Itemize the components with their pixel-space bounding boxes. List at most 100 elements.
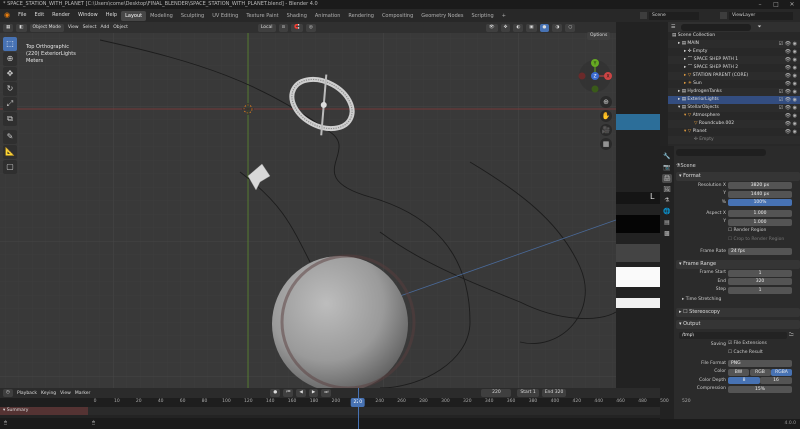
current-frame-field[interactable]: 220 bbox=[481, 389, 512, 397]
visibility-icon[interactable]: 👁 ◉ bbox=[785, 120, 797, 128]
output-tab-icon[interactable]: 🖨 bbox=[662, 174, 672, 183]
visibility-icon[interactable]: 👁 ◉ bbox=[785, 80, 797, 88]
scene-selector[interactable]: Scene bbox=[640, 11, 699, 20]
menu-marker[interactable]: Marker bbox=[75, 391, 91, 396]
tab-rendering[interactable]: Rendering bbox=[344, 11, 378, 21]
outliner-row-sun[interactable]: ▸ ☀ Sun 👁 ◉ bbox=[668, 80, 800, 88]
frame-range-panel-header[interactable]: ▾ Frame Range bbox=[676, 259, 800, 269]
annotate-tool-icon[interactable]: ✎ bbox=[3, 130, 17, 144]
collection-tab-icon[interactable]: ▤ bbox=[662, 218, 672, 227]
rotate-tool-icon[interactable]: ↻ bbox=[3, 82, 17, 96]
gizmo-icon[interactable]: ✥ bbox=[500, 23, 511, 32]
tab-compositing[interactable]: Compositing bbox=[378, 11, 417, 21]
menu-file[interactable]: File bbox=[14, 9, 30, 22]
crop-region-row[interactable]: ☐ Crop to Render Region bbox=[676, 237, 800, 245]
outliner-row-empty[interactable]: ▸ ✣ Empty 👁 ◉ bbox=[668, 48, 800, 56]
outliner-row-space-shep-path-1[interactable]: ▸ ⌒ SPACE SHEP PATH 1 👁 ◉ bbox=[668, 56, 800, 64]
outliner-row-station-parent[interactable]: ▸ ▽ STATION PARENT (CORE) 👁 ◉ bbox=[668, 72, 800, 80]
stereoscopy-panel-header[interactable]: ▸ ☐ Stereoscopy bbox=[676, 308, 800, 317]
menu-select[interactable]: Select bbox=[83, 25, 97, 30]
minimize-icon[interactable]: – bbox=[752, 0, 768, 9]
visibility-icon[interactable]: 👁 ◉ bbox=[785, 64, 797, 72]
compression-slider[interactable]: 15% bbox=[728, 385, 792, 393]
editor-type-icon[interactable]: ▦ bbox=[3, 23, 14, 32]
cache-result-checkbox[interactable]: ☐ Cache Result bbox=[728, 350, 763, 355]
overlay-icon[interactable]: ◐ bbox=[513, 23, 524, 32]
jump-start-icon[interactable]: ⏮ bbox=[283, 389, 294, 397]
visibility-icon[interactable]: 👁 ◉ bbox=[785, 112, 797, 120]
visibility-icon[interactable]: 👁 ◉ bbox=[785, 48, 797, 56]
outliner-row-planet[interactable]: ▾ ▽ Planet 👁 ◉ bbox=[668, 128, 800, 136]
tab-uv-editing[interactable]: UV Editing bbox=[208, 11, 242, 21]
tab-sculpting[interactable]: Sculpting bbox=[177, 11, 208, 21]
outliner-row-planet-empty[interactable]: ✣ Empty bbox=[668, 136, 800, 144]
visibility-icon[interactable]: 👁 ◉ bbox=[785, 56, 797, 64]
frame-end-field[interactable]: 320 bbox=[728, 278, 792, 285]
format-panel-header[interactable]: ▾ Format bbox=[676, 172, 800, 181]
render-tab-icon[interactable]: 📷 bbox=[662, 163, 672, 172]
timeline-keyframe-area[interactable] bbox=[88, 407, 660, 415]
navigation-gizmo[interactable]: X Y Z bbox=[578, 58, 612, 94]
render-region-checkbox[interactable]: ☐ Render Region bbox=[728, 228, 766, 233]
ortho-grid-icon[interactable]: ▦ bbox=[600, 138, 612, 150]
texture-tab-icon[interactable]: ▩ bbox=[662, 229, 672, 238]
menu-edit[interactable]: Edit bbox=[30, 9, 48, 22]
world-tab-icon[interactable]: 🌐 bbox=[662, 207, 672, 216]
frame-rate-dropdown[interactable]: 24 fps bbox=[728, 248, 792, 255]
visibility-icon[interactable]: ☑ 👁 ◉ bbox=[779, 40, 797, 48]
outliner-row-exterior-lights[interactable]: ▸ ▤ ExteriorLights ☑ 👁 ◉ bbox=[668, 96, 800, 104]
timeline-editor-type-icon[interactable]: ◷ bbox=[3, 389, 13, 397]
transform-tool-icon[interactable]: ⧉ bbox=[3, 112, 17, 126]
view-layer-tab-icon[interactable]: 🖼 bbox=[662, 185, 672, 194]
shading-material-icon[interactable]: ◑ bbox=[552, 23, 563, 32]
menu-keying[interactable]: Keying bbox=[41, 391, 56, 396]
resolution-x-field[interactable]: 3820 px bbox=[728, 182, 792, 189]
timeline-ruler[interactable]: 0102040608010012014016018020022024026028… bbox=[0, 398, 691, 407]
view-layer-field[interactable]: ViewLayer bbox=[729, 11, 793, 20]
add-workspace-button[interactable]: + bbox=[498, 11, 510, 21]
tab-animation[interactable]: Animation bbox=[311, 11, 345, 21]
outliner-row-stellar-objects[interactable]: ▾ ▤ StellarObjects ☑ 👁 ◉ bbox=[668, 104, 800, 112]
resolution-percent-field[interactable]: 100% bbox=[728, 199, 792, 206]
object-mode-dropdown[interactable]: Object Mode bbox=[29, 23, 64, 32]
menu-window[interactable]: Window bbox=[74, 9, 102, 22]
timeline-summary-channel[interactable]: ▾ Summary bbox=[0, 407, 88, 415]
tab-texture-paint[interactable]: Texture Paint bbox=[242, 11, 282, 21]
zoom-icon[interactable]: ⊕ bbox=[600, 96, 612, 108]
outliner-row-scene-collection[interactable]: ▤ Scene Collection bbox=[668, 32, 800, 40]
start-frame-field[interactable]: Start 1 bbox=[517, 389, 539, 397]
output-path-field[interactable]: /tmp\ bbox=[679, 331, 787, 339]
shading-rendered-icon[interactable]: ○ bbox=[565, 23, 576, 32]
view-layer-selector[interactable]: ViewLayer bbox=[720, 11, 793, 20]
menu-view[interactable]: View bbox=[68, 25, 79, 30]
tool-tab-icon[interactable]: 🔧 bbox=[662, 152, 672, 161]
visibility-icon[interactable]: ☑ 👁 ◉ bbox=[779, 96, 797, 104]
menu-help[interactable]: Help bbox=[102, 9, 121, 22]
outliner-row-hydrogen-tanks[interactable]: ▸ ▤ HydrogenTanks ☑ 👁 ◉ bbox=[668, 88, 800, 96]
tab-shading[interactable]: Shading bbox=[283, 11, 311, 21]
outliner-row-atmosphere[interactable]: ▾ ▽ Atmosphere 👁 ◉ bbox=[668, 112, 800, 120]
visibility-icon[interactable]: ☑ 👁 ◉ bbox=[779, 104, 797, 112]
visibility-icon[interactable]: ☑ 👁 ◉ bbox=[779, 88, 797, 96]
menu-playback[interactable]: Playback bbox=[17, 391, 37, 396]
select-box-tool-icon[interactable]: ⬚ bbox=[3, 37, 17, 51]
jump-end-icon[interactable]: ⏭ bbox=[321, 389, 332, 397]
render-region-row[interactable]: ☐ Render Region bbox=[676, 228, 800, 236]
pan-hand-icon[interactable]: ✋ bbox=[600, 110, 612, 122]
visibility-icon[interactable]: 👁 bbox=[485, 23, 498, 32]
camera-view-icon[interactable]: 🎥 bbox=[600, 124, 612, 136]
close-icon[interactable]: ✕ bbox=[784, 0, 800, 9]
shading-solid-icon[interactable]: ● bbox=[539, 23, 550, 32]
select-mode-icon[interactable]: ◧ bbox=[16, 23, 27, 32]
properties-search-input[interactable] bbox=[676, 149, 766, 156]
play-icon[interactable]: ▶ bbox=[308, 389, 319, 397]
menu-timeline-view[interactable]: View bbox=[60, 391, 71, 396]
3d-viewport[interactable]: ▦ ◧ Object Mode View Select Add Object L… bbox=[0, 22, 616, 388]
frame-start-field[interactable]: 1 bbox=[728, 269, 792, 277]
outliner-row-roundcube[interactable]: ▽ Roundcube.002 👁 ◉ bbox=[668, 120, 800, 128]
xray-icon[interactable]: ▣ bbox=[526, 23, 537, 32]
proportional-edit-icon[interactable]: ◎ bbox=[305, 23, 316, 32]
scene-tab-icon[interactable]: ⚗ bbox=[662, 196, 672, 205]
time-stretching-subpanel[interactable]: ▸ Time Stretching bbox=[676, 297, 800, 305]
tab-layout[interactable]: Layout bbox=[121, 11, 147, 21]
